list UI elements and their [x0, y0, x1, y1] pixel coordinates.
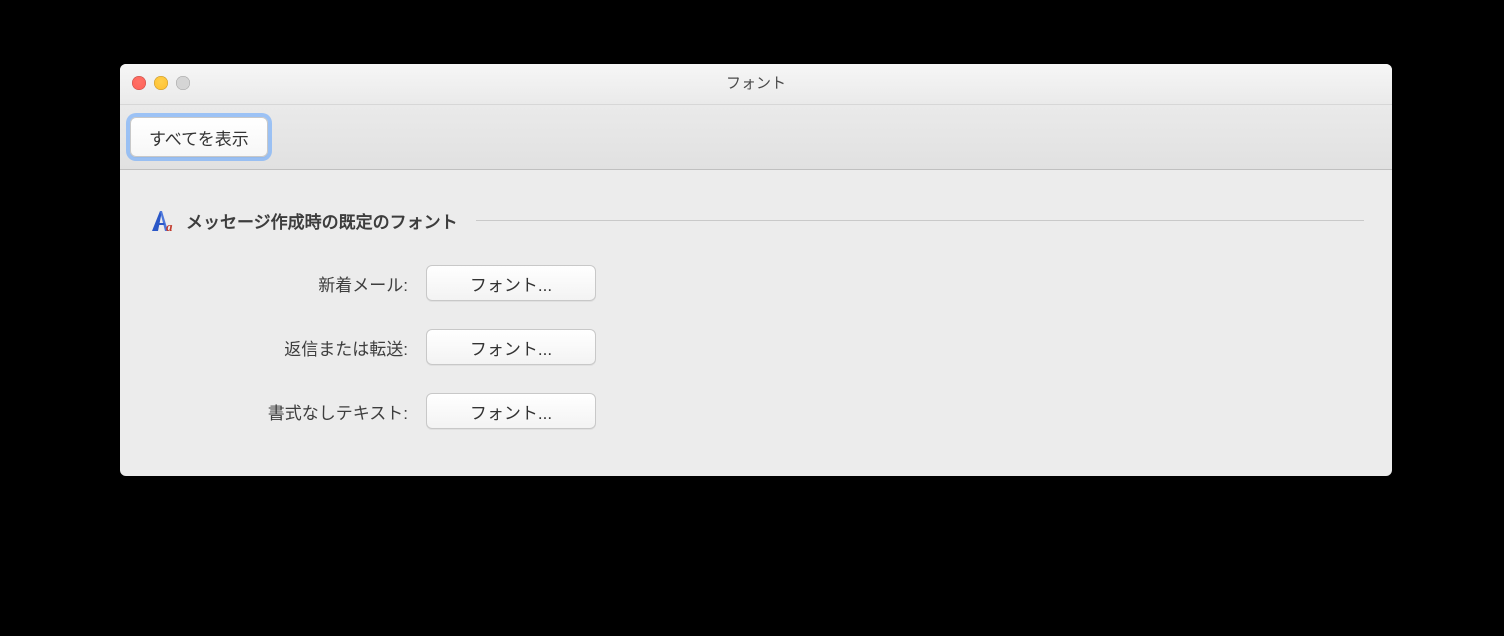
row-new-mail: 新着メール: フォント... [148, 265, 1364, 301]
minimize-button[interactable] [154, 76, 168, 90]
svg-text:a: a [166, 219, 173, 233]
window-title: フォント [120, 64, 1392, 104]
font-button-reply-forward[interactable]: フォント... [426, 329, 596, 365]
preferences-window: フォント すべてを表示 a メッセージ作成時の既定のフォント 新着メール: [120, 64, 1392, 476]
titlebar: フォント [120, 64, 1392, 105]
row-plain-text: 書式なしテキスト: フォント... [148, 393, 1364, 429]
font-button-new-mail[interactable]: フォント... [426, 265, 596, 301]
section-title: メッセージ作成時の既定のフォント [186, 208, 458, 233]
row-label: 返信または転送: [148, 335, 426, 360]
font-button-plain-text[interactable]: フォント... [426, 393, 596, 429]
toolbar: すべてを表示 [120, 105, 1392, 170]
show-all-button[interactable]: すべてを表示 [130, 117, 268, 157]
row-label: 新着メール: [148, 271, 426, 296]
zoom-button [176, 76, 190, 90]
traffic-lights [132, 76, 190, 90]
settings-rows: 新着メール: フォント... 返信または転送: フォント... 書式なしテキスト… [148, 265, 1364, 429]
divider [476, 220, 1364, 221]
row-reply-forward: 返信または転送: フォント... [148, 329, 1364, 365]
section-header: a メッセージ作成時の既定のフォント [148, 208, 1364, 233]
row-label: 書式なしテキスト: [148, 399, 426, 424]
content: a メッセージ作成時の既定のフォント 新着メール: フォント... 返信または転… [120, 170, 1392, 476]
font-icon: a [148, 209, 176, 233]
close-button[interactable] [132, 76, 146, 90]
